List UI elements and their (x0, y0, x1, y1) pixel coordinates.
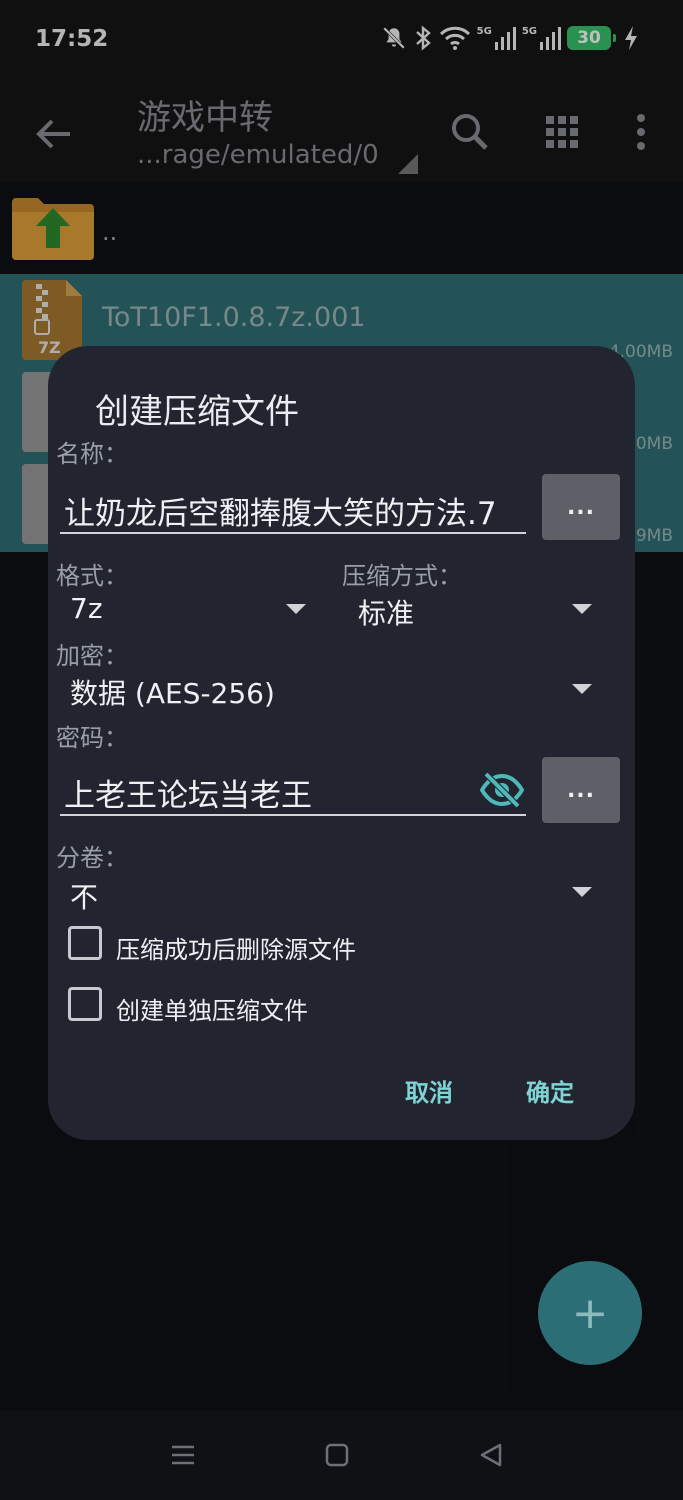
chevron-down-icon[interactable] (286, 604, 306, 614)
ok-button[interactable]: 确定 (526, 1073, 574, 1108)
system-nav-bar (0, 1410, 683, 1500)
separate-archive-checkbox[interactable] (68, 987, 102, 1021)
dialog-title: 创建压缩文件 (95, 392, 299, 432)
method-select[interactable]: 标准 (358, 592, 414, 632)
chevron-down-icon[interactable] (572, 887, 592, 897)
separate-archive-label: 创建单独压缩文件 (116, 997, 308, 1025)
home-square-icon[interactable] (322, 1440, 352, 1470)
format-select[interactable]: 7z (70, 592, 103, 625)
split-label: 分卷： (56, 844, 128, 872)
chevron-down-icon[interactable] (572, 604, 592, 614)
add-fab-button[interactable]: + (538, 1261, 642, 1365)
format-label: 格式： (56, 562, 128, 590)
cancel-button[interactable]: 取消 (405, 1073, 453, 1108)
archive-name-input[interactable]: 让奶龙后空翻捧腹大笑的方法.7 (64, 488, 526, 533)
recents-menu-icon[interactable] (168, 1440, 198, 1470)
password-label: 密码： (56, 724, 128, 752)
split-select[interactable]: 不 (70, 876, 98, 916)
delete-source-label: 压缩成功后删除源文件 (116, 936, 356, 964)
encrypt-select[interactable]: 数据 (AES-256) (70, 672, 275, 712)
method-label: 压缩方式： (342, 562, 462, 590)
visibility-off-icon[interactable] (480, 770, 524, 810)
delete-source-checkbox[interactable] (68, 926, 102, 960)
name-browse-button[interactable]: ... (542, 474, 620, 540)
chevron-down-icon[interactable] (572, 684, 592, 694)
password-input[interactable]: 上老王论坛当老王 (64, 770, 464, 815)
create-archive-dialog: 创建压缩文件 名称： 让奶龙后空翻捧腹大笑的方法.7 ... 格式： 7z 压缩… (48, 346, 635, 1140)
name-label: 名称： (56, 440, 128, 468)
password-underline (60, 814, 526, 816)
password-options-button[interactable]: ... (542, 757, 620, 823)
encrypt-label: 加密： (56, 642, 128, 670)
name-underline (60, 532, 526, 534)
back-triangle-icon[interactable] (476, 1440, 506, 1470)
